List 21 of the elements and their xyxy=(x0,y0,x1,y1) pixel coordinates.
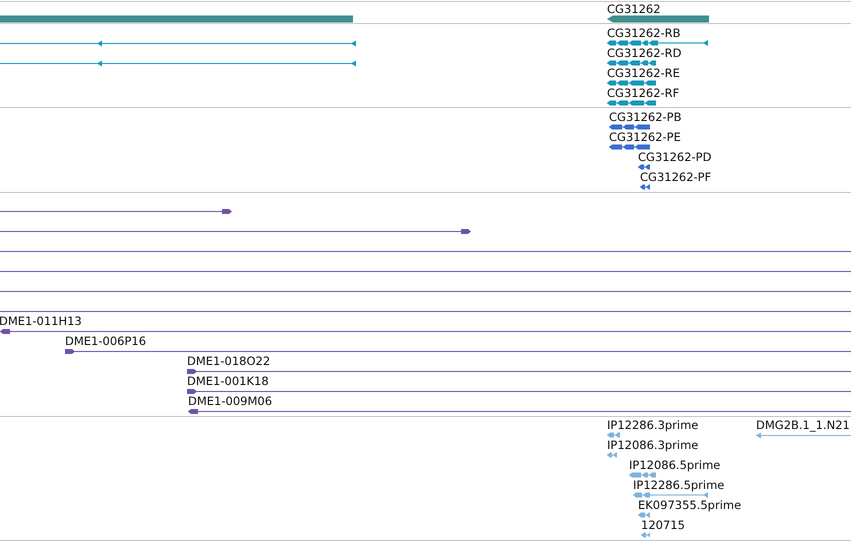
feature-label: IP12086.5prime xyxy=(629,458,720,472)
feature-label: CG31262-PB xyxy=(609,110,682,124)
feature-label: DME1-009M06 xyxy=(188,394,272,408)
feature-label: DMG2B.1_1.N21 xyxy=(756,418,850,432)
feature-label: DME1-001K18 xyxy=(187,374,269,388)
feature-label: IP12286.3prime xyxy=(607,418,698,432)
feature-label: CG31262-RE xyxy=(607,66,680,80)
feature-label: IP12086.3prime xyxy=(607,438,698,452)
feature-label: IP12286.5prime xyxy=(633,478,724,492)
feature-label: CG31262-PF xyxy=(640,170,712,184)
feature-label: 120715 xyxy=(641,518,685,532)
feature-label: EK097355.5prime xyxy=(638,498,742,512)
feature-label: CG31262-PE xyxy=(609,130,681,144)
feature-label: DME1-006P16 xyxy=(65,334,146,348)
feature-label: DME1-018O22 xyxy=(187,354,270,368)
feature-label: CG31262-RB xyxy=(607,26,681,40)
feature-label: CG31262 xyxy=(607,2,661,16)
feature-label: CG31262-RD xyxy=(607,46,682,60)
feature-label: CG31262-PD xyxy=(638,150,712,164)
feature-label: DME1-011H13 xyxy=(0,314,82,328)
feature-label: CG31262-RF xyxy=(607,86,680,100)
